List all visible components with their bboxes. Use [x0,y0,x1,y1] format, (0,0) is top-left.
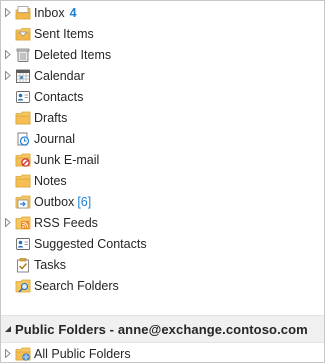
inbox-icon [15,5,31,21]
expand-arrow-icon[interactable] [1,343,15,362]
calendar-icon [15,68,31,84]
folder-all-public-folders[interactable]: All Public Folders [1,343,324,362]
collapse-arrow-icon[interactable] [1,316,15,342]
folder-inbox[interactable]: Inbox 4 [1,2,324,23]
folder-sent-items[interactable]: Sent Items [1,23,324,44]
folder-label: All Public Folders [34,346,131,361]
public-folders-header[interactable]: Public Folders - anne@exchange.contoso.c… [1,315,324,343]
sent-items-icon [15,26,31,42]
rss-feed-icon [15,215,31,231]
contacts-icon [15,236,31,252]
expand-arrow-icon[interactable] [1,65,15,86]
folder-label: Contacts [34,89,84,104]
folder-label: Calendar [34,68,85,83]
folder-label: Search Folders [34,278,119,293]
trash-icon [15,47,31,63]
tasks-icon [15,257,31,273]
unread-count: 4 [69,5,77,20]
folder-icon [15,110,31,126]
folder-label: RSS Feeds [34,215,98,230]
folder-search-folders[interactable]: Search Folders [1,275,324,296]
expand-arrow-icon[interactable] [1,212,15,233]
folder-contacts[interactable]: Contacts [1,86,324,107]
junk-email-icon [15,152,31,168]
folder-label: Journal [34,131,75,146]
expand-arrow-icon[interactable] [1,2,15,23]
folder-label: Notes [34,173,67,188]
folder-label: Deleted Items [34,47,112,62]
public-folders-title: Public Folders - anne@exchange.contoso.c… [15,321,308,337]
folder-suggested-contacts[interactable]: Suggested Contacts [1,233,324,254]
search-folder-icon [15,278,31,294]
expand-arrow-icon[interactable] [1,44,15,65]
folder-pane: Inbox 4 Sent Items Deleted Items Calenda… [0,0,325,363]
folder-label: Outbox [34,194,75,209]
folder-label: Suggested Contacts [34,236,147,251]
folder-label: Inbox [34,5,65,20]
folder-calendar[interactable]: Calendar [1,65,324,86]
folder-rss-feeds[interactable]: RSS Feeds [1,212,324,233]
folder-deleted-items[interactable]: Deleted Items [1,44,324,65]
folder-label: Drafts [34,110,68,125]
folder-tree: Inbox 4 Sent Items Deleted Items Calenda… [1,1,324,296]
folder-journal[interactable]: Journal [1,128,324,149]
item-count: [6] [77,194,92,209]
folder-outbox[interactable]: Outbox [6] [1,191,324,212]
folder-junk-email[interactable]: Junk E-mail [1,149,324,170]
public-folders-list: All Public Folders [1,342,324,362]
outbox-icon [15,194,31,210]
folder-drafts[interactable]: Drafts [1,107,324,128]
folder-notes[interactable]: Notes [1,170,324,191]
folder-label: Tasks [34,257,66,272]
folder-label: Junk E-mail [34,152,100,167]
contacts-icon [15,89,31,105]
folder-label: Sent Items [34,26,94,41]
notes-icon [15,173,31,189]
folder-tasks[interactable]: Tasks [1,254,324,275]
journal-icon [15,131,31,147]
public-folder-icon [15,346,31,362]
